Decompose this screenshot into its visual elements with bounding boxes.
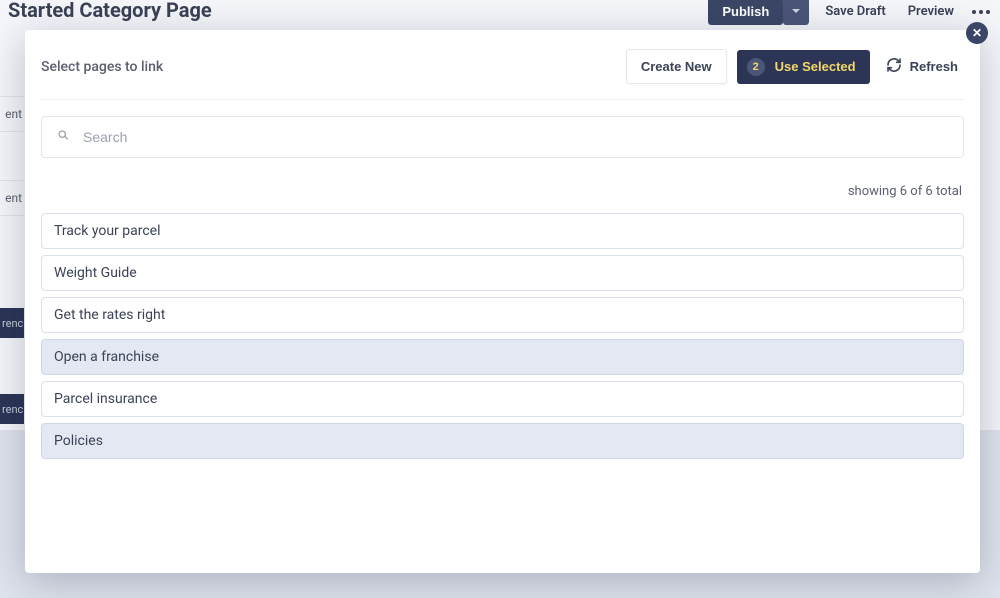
publish-label: Publish xyxy=(722,4,769,19)
bg-header: Started Category Page Publish Save Draft… xyxy=(0,0,1000,30)
caret-down-icon xyxy=(791,4,801,19)
list-item[interactable]: Policies xyxy=(41,423,964,459)
save-draft-button[interactable]: Save Draft xyxy=(819,0,891,25)
bg-tag: renc xyxy=(0,394,24,424)
close-button[interactable]: ✕ xyxy=(966,22,988,44)
refresh-icon xyxy=(886,57,902,76)
list-item[interactable]: Open a franchise xyxy=(41,339,964,375)
bg-tag: renc xyxy=(0,308,24,338)
refresh-button[interactable]: Refresh xyxy=(880,48,964,85)
results-count: showing 6 of 6 total xyxy=(41,166,964,213)
list-item[interactable]: Get the rates right xyxy=(41,297,964,333)
bg-left-rail: ent ent xyxy=(0,96,24,264)
preview-button[interactable]: Preview xyxy=(902,0,960,25)
modal-header: Select pages to link Create New 2 Use Se… xyxy=(41,48,964,100)
search-input[interactable] xyxy=(83,129,949,145)
more-menu-button[interactable] xyxy=(970,4,992,20)
modal-title: Select pages to link xyxy=(41,59,163,75)
refresh-label: Refresh xyxy=(910,59,958,74)
selected-count-badge: 2 xyxy=(747,58,765,76)
publish-button[interactable]: Publish xyxy=(708,0,783,25)
list-item[interactable]: Parcel insurance xyxy=(41,381,964,417)
use-selected-label: Use Selected xyxy=(775,59,856,74)
search-wrap xyxy=(41,116,964,158)
link-pages-modal: ✕ Select pages to link Create New 2 Use … xyxy=(25,30,980,573)
bg-rail-item: ent xyxy=(0,180,24,216)
list-item[interactable]: Track your parcel xyxy=(41,213,964,249)
publish-dropdown-button[interactable] xyxy=(783,0,809,25)
close-icon: ✕ xyxy=(972,26,982,40)
pages-list: Track your parcel Weight Guide Get the rat… xyxy=(41,213,964,459)
list-item[interactable]: Weight Guide xyxy=(41,255,964,291)
bg-actions: Publish Save Draft Preview xyxy=(708,0,992,25)
search-row xyxy=(41,100,964,166)
use-selected-button[interactable]: 2 Use Selected xyxy=(737,50,870,84)
publish-group: Publish xyxy=(708,0,809,25)
create-new-button[interactable]: Create New xyxy=(626,49,727,84)
search-icon xyxy=(56,128,83,147)
bg-rail-item: ent xyxy=(0,96,24,132)
modal-actions: Create New 2 Use Selected Refresh xyxy=(626,48,964,85)
page-title: Started Category Page xyxy=(8,0,212,22)
